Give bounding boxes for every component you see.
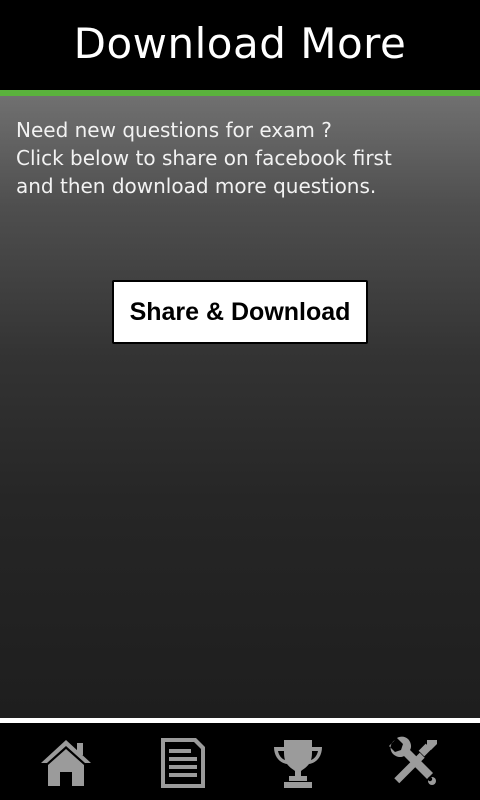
instruction-line: and then download more questions.: [16, 174, 377, 198]
home-icon: [41, 740, 91, 786]
nav-home-button[interactable]: [36, 733, 96, 793]
nav-settings-button[interactable]: [384, 733, 444, 793]
main-content: Need new questions for exam ? Click belo…: [0, 96, 480, 718]
nav-scores-button[interactable]: [268, 733, 328, 793]
page-title: Download More: [73, 18, 407, 68]
tools-icon: [389, 736, 437, 785]
share-and-download-button[interactable]: Share & Download: [112, 280, 368, 344]
instruction-line: Need new questions for exam ?: [16, 118, 332, 142]
bottom-navigation-bar: [0, 723, 480, 800]
nav-questions-button[interactable]: [153, 733, 213, 793]
document-list-icon: [161, 738, 205, 788]
instruction-text: Need new questions for exam ? Click belo…: [16, 116, 472, 200]
instruction-line: Click below to share on facebook first: [16, 146, 392, 170]
trophy-icon: [274, 740, 322, 788]
header-bar: Download More: [0, 0, 480, 90]
